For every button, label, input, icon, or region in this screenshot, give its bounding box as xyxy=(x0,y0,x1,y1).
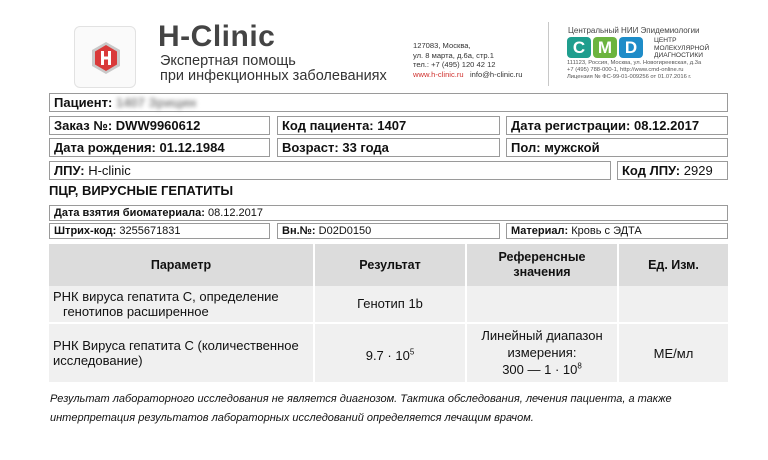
lpu-code-field: Код ЛПУ: 2929 xyxy=(617,161,728,180)
cmd-logo-letter-m: M xyxy=(593,37,617,58)
table-header-reference: Референсные значения xyxy=(467,244,617,286)
cmd-sub-line-2: МОЛЕКУЛЯРНОЙ xyxy=(654,44,710,52)
row2-ref-range-exponent: 8 xyxy=(577,361,582,371)
cmd-addr-line-2: +7 (495) 788-000-1, http://www.cmd-onlin… xyxy=(567,67,684,74)
age-label: Возраст: xyxy=(282,140,339,155)
lpu-field: ЛПУ: H-clinic xyxy=(49,161,611,180)
patient-label: Пациент: xyxy=(54,95,113,110)
order-number-value: DWW9960612 xyxy=(115,118,201,133)
material-label: Материал: xyxy=(511,225,569,237)
row2-ref-range-base: 300 — 1 · 10 xyxy=(502,362,578,377)
clinic-logo-icon xyxy=(92,42,120,74)
address-line-2: ул. 8 марта, д.6а, стр.1 xyxy=(413,50,494,60)
row1-param-line-1: РНК вируса гепатита С, определение xyxy=(53,289,279,304)
lpu-label: ЛПУ: xyxy=(54,163,85,178)
material-value: Кровь с ЭДТА xyxy=(571,225,642,237)
column-divider xyxy=(465,286,467,382)
disclaimer-line-2: интерпретация результатов лабораторных и… xyxy=(50,412,534,424)
patient-code-field: Код пациента: 1407 xyxy=(277,116,500,135)
lpu-code-label: Код ЛПУ: xyxy=(622,163,681,178)
cmd-logo: C M D xyxy=(567,37,643,58)
row1-parameter: РНК вируса гепатита С, определение генот… xyxy=(53,289,311,319)
cmd-logo-letter-d: D xyxy=(619,37,643,58)
clinic-logo xyxy=(74,26,136,88)
row2-result-exponent: 5 xyxy=(409,347,415,357)
clinic-phone: тел.: +7 (495) 120 42 12 xyxy=(413,60,496,70)
lpu-code-value: 2929 xyxy=(683,163,713,178)
registration-date-field: Дата регистрации: 08.12.2017 xyxy=(506,116,728,135)
row2-result-base: 9.7 · 10 xyxy=(365,348,410,363)
row1-param-line-2: генотипов расширенное xyxy=(63,304,209,319)
disclaimer-line-1: Результат лабораторного исследования не … xyxy=(50,393,672,405)
row2-ref-line-2: измерения: xyxy=(507,345,577,360)
cmd-addr-line-1: 111123, Россия, Москва, ул. Новогиреевск… xyxy=(567,60,702,66)
row2-param-line-2: исследование) xyxy=(53,353,143,368)
header-divider xyxy=(548,22,549,86)
row2-parameter: РНК Вируса гепатита С (количественное ис… xyxy=(53,338,311,368)
internal-number-value: D02D0150 xyxy=(318,225,372,237)
row2-param-line-1: РНК Вируса гепатита С (количественное xyxy=(53,338,299,353)
sex-field: Пол: мужской xyxy=(506,138,728,157)
birth-date-value: 01.12.1984 xyxy=(159,140,225,155)
patient-field: Пациент: 1407 Зрицин xyxy=(49,93,728,112)
age-value: 33 года xyxy=(342,140,389,155)
patient-code-label: Код пациента: xyxy=(282,118,374,133)
row2-ref-line-1: Линейный диапазон xyxy=(481,328,603,343)
cmd-sub-line-1: ЦЕНТР xyxy=(654,37,677,44)
column-divider xyxy=(617,286,619,382)
birth-date-field: Дата рождения: 01.12.1984 xyxy=(49,138,270,157)
column-divider xyxy=(313,286,315,382)
patient-name-redacted: 1407 Зрицин xyxy=(115,95,197,110)
row2-result: 9.7 · 105 xyxy=(315,348,465,363)
clinic-email-link[interactable]: info@h-clinic.ru xyxy=(470,70,522,79)
age-field: Возраст: 33 года xyxy=(277,138,500,157)
table-header-result: Результат xyxy=(315,244,465,286)
disclaimer: Результат лабораторного исследования не … xyxy=(50,390,720,428)
lpu-value: H-clinic xyxy=(88,163,131,178)
barcode-label: Штрих-код: xyxy=(54,225,117,237)
section-title: ПЦР, ВИРУСНЫЕ ГЕПАТИТЫ xyxy=(49,183,234,198)
ref-header-line-2: значения xyxy=(513,265,571,279)
clinic-tagline: Экспертная помощь при инфекционных забол… xyxy=(160,54,387,84)
table-header-parameter: Параметр xyxy=(49,244,313,286)
order-number-label: Заказ №: xyxy=(54,118,113,133)
lab-institute-name: Центральный НИИ Эпидемиологии xyxy=(568,26,700,35)
birth-date-label: Дата рождения: xyxy=(54,140,156,155)
sample-date-field: Дата взятия биоматериала: 08.12.2017 xyxy=(49,205,728,221)
address-line-1: 127083, Москва, xyxy=(413,41,471,50)
sex-value: мужской xyxy=(544,140,600,155)
row2-reference: Линейный диапазон измерения: 300 — 1 · 1… xyxy=(467,327,617,378)
table-header-unit: Ед. Изм. xyxy=(619,244,728,286)
tagline-line-2: при инфекционных заболеваниях xyxy=(160,68,387,84)
cmd-logo-letter-c: C xyxy=(567,37,591,58)
tagline-line-1: Экспертная помощь xyxy=(160,53,296,69)
cmd-subtitle: ЦЕНТР МОЛЕКУЛЯРНОЙ ДИАГНОСТИКИ xyxy=(654,37,709,60)
internal-number-field: Вн.№: D02D0150 xyxy=(277,223,500,239)
cmd-addr-line-3: Лицензия № ФС-99-01-009256 от 01.07.2016… xyxy=(567,74,692,81)
sample-date-label: Дата взятия биоматериала: xyxy=(54,207,205,219)
clinic-brand-name: H-Clinic xyxy=(158,20,276,53)
cmd-sub-line-3: ДИАГНОСТИКИ xyxy=(654,52,703,60)
sex-label: Пол: xyxy=(511,140,541,155)
order-number-field: Заказ №: DWW9960612 xyxy=(49,116,270,135)
row1-result: Генотип 1b xyxy=(357,296,423,311)
clinic-website-link[interactable]: www.h-clinic.ru xyxy=(413,70,464,79)
internal-number-label: Вн.№: xyxy=(282,225,316,237)
sample-date-value: 08.12.2017 xyxy=(207,207,264,219)
barcode-value: 3255671831 xyxy=(119,225,181,237)
registration-date-value: 08.12.2017 xyxy=(633,118,700,133)
material-field: Материал: Кровь с ЭДТА xyxy=(506,223,728,239)
row2-unit: МЕ/мл xyxy=(653,346,694,361)
barcode-field: Штрих-код: 3255671831 xyxy=(49,223,270,239)
patient-code-value: 1407 xyxy=(377,118,407,133)
ref-header-line-1: Референсные xyxy=(498,250,586,264)
clinic-contacts: 127083, Москва, ул. 8 марта, д.6а, стр.1… xyxy=(413,41,522,79)
registration-date-label: Дата регистрации: xyxy=(511,118,631,133)
cmd-address: 111123, Россия, Москва, ул. Новогиреевск… xyxy=(567,60,701,82)
